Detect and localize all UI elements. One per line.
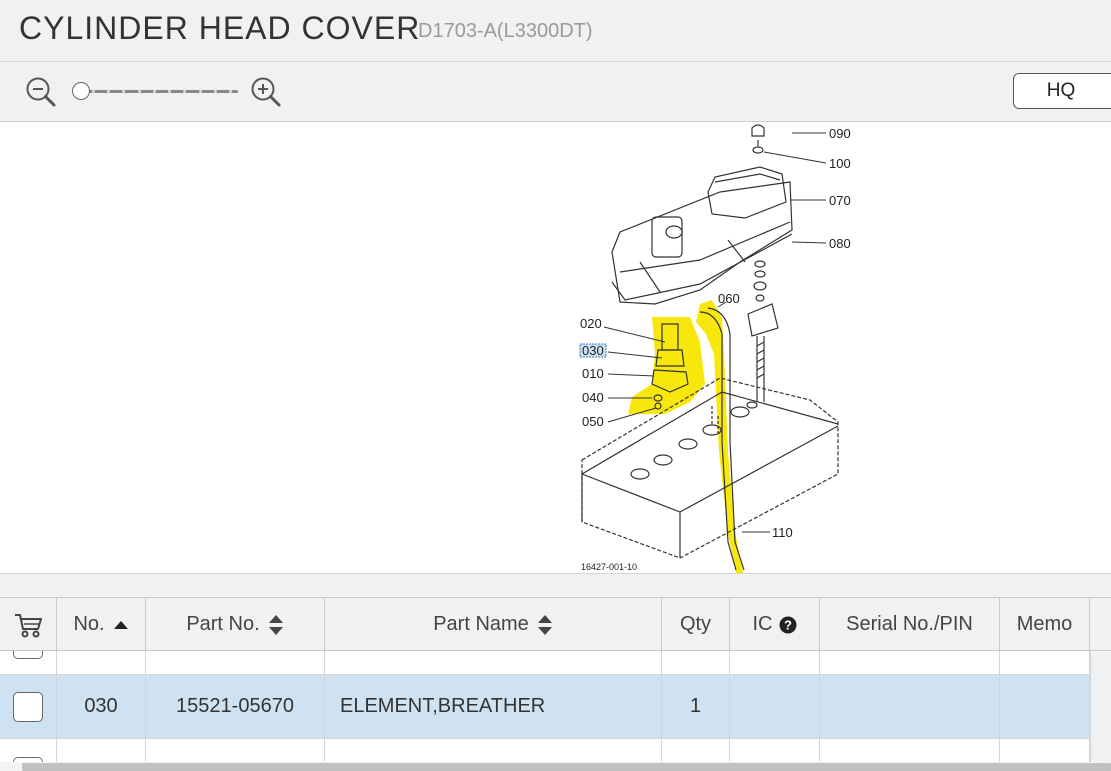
row-qty: 1 — [662, 675, 730, 738]
model-subtitle: D1703-A(L3300DT) — [418, 20, 593, 42]
svg-text:?: ? — [784, 617, 792, 632]
memo-column-label: Memo — [1016, 613, 1073, 635]
callout-060[interactable]: 060 — [718, 291, 740, 306]
callout-090[interactable]: 090 — [829, 126, 851, 141]
table-horizontal-scrollbar[interactable] — [0, 762, 1111, 771]
row-checkbox[interactable] — [13, 651, 43, 659]
part-name-column-header[interactable]: Part Name — [325, 598, 662, 651]
callout-070[interactable]: 070 — [829, 193, 851, 208]
callout-100[interactable]: 100 — [829, 156, 851, 171]
parts-table-header: No. Part No. Part Name Qty IC ? Serial N… — [0, 597, 1111, 651]
callout-040[interactable]: 040 — [582, 390, 604, 405]
stud-bracket-drawing — [747, 260, 779, 402]
callout-050[interactable]: 050 — [582, 414, 604, 429]
hq-button[interactable]: HQ — [1013, 73, 1111, 109]
zoom-slider-ticks — [92, 89, 232, 94]
horizontal-scrollbar-thumb[interactable] — [22, 763, 1111, 771]
zoom-out-icon — [26, 77, 56, 107]
help-icon[interactable]: ? — [779, 616, 797, 634]
row-serial — [820, 675, 1000, 738]
part-no-column-label: Part No. — [186, 613, 260, 635]
zoom-slider-handle[interactable] — [72, 82, 90, 100]
engine-block-drawing — [581, 377, 839, 559]
zoom-in-icon — [251, 77, 281, 107]
part-no-column-header[interactable]: Part No. — [146, 598, 325, 651]
toolbar: HQ — [0, 62, 1111, 122]
callout-110[interactable]: 110 — [772, 525, 793, 540]
table-row-selected[interactable]: 030 15521-05670 ELEMENT,BREATHER 1 — [0, 675, 1090, 739]
table-vertical-scrollbar[interactable] — [1090, 651, 1111, 771]
callout-030[interactable]: 030 — [582, 343, 604, 358]
row-checkbox[interactable] — [13, 691, 43, 722]
sort-ascending-icon — [113, 620, 128, 629]
ic-column-label: IC — [752, 613, 773, 635]
cart-column-header[interactable] — [0, 598, 57, 651]
drawing-code: 16427-001-10 — [581, 562, 637, 572]
title-bar: CYLINDER HEAD COVER D1703-A(L3300DT) — [0, 0, 1111, 62]
memo-column-header: Memo — [1000, 598, 1090, 651]
table-row[interactable] — [0, 651, 1090, 675]
serial-column-header: Serial No./PIN — [820, 598, 1000, 651]
zoom-in-button[interactable] — [250, 76, 282, 108]
callout-020[interactable]: 020 — [580, 316, 602, 331]
page-title: CYLINDER HEAD COVER — [19, 10, 421, 46]
no-column-label: No. — [73, 613, 105, 635]
row-memo — [1000, 675, 1090, 738]
part-name-column-label: Part Name — [433, 613, 529, 635]
sort-icon — [537, 614, 552, 635]
zoom-out-button[interactable] — [25, 76, 57, 108]
zoom-slider[interactable] — [72, 82, 238, 100]
row-part-no: 15521-05670 — [146, 675, 325, 738]
no-column-header[interactable]: No. — [57, 598, 146, 651]
sort-icon — [268, 614, 283, 635]
row-ic — [730, 675, 820, 738]
qty-column-label: Qty — [679, 613, 712, 635]
callout-010[interactable]: 010 — [582, 366, 604, 381]
parts-diagram[interactable]: 090 100 070 080 060 020 030 010 040 050 … — [0, 122, 1111, 573]
serial-column-label: Serial No./PIN — [846, 613, 973, 635]
cap-nut-drawing — [751, 124, 765, 154]
qty-column-header: Qty — [662, 598, 730, 651]
callout-080[interactable]: 080 — [829, 236, 851, 251]
row-no: 030 — [57, 675, 146, 738]
row-part-name: ELEMENT,BREATHER — [325, 675, 662, 738]
panel-splitter[interactable] — [0, 573, 1111, 597]
cart-icon — [15, 613, 42, 637]
ic-column-header: IC ? — [730, 598, 820, 651]
dipstick-drawing — [699, 307, 745, 571]
